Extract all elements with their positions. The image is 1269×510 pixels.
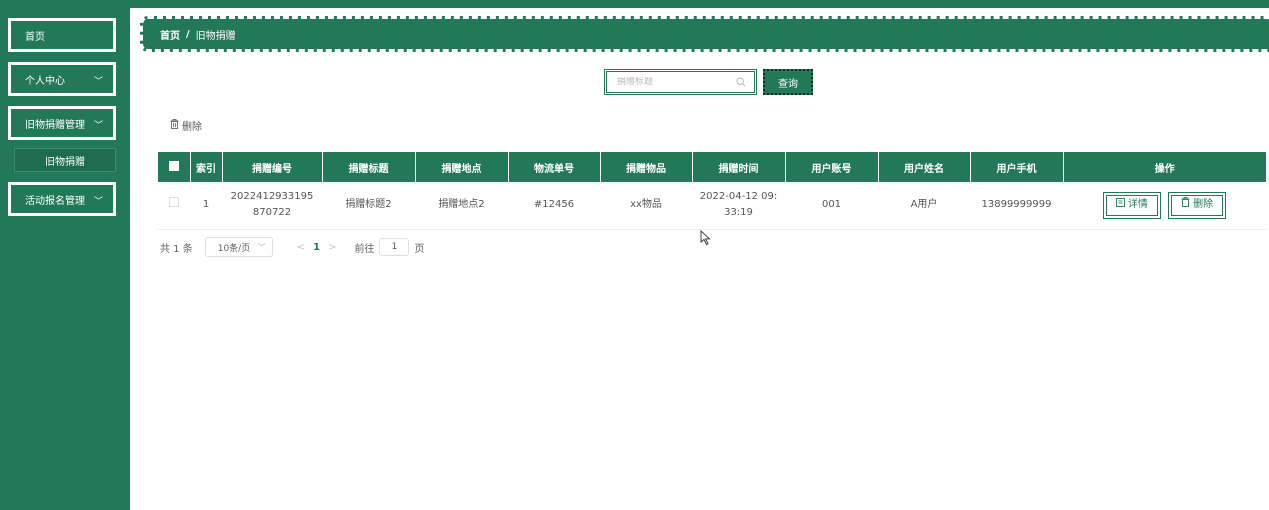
goto-page-input[interactable] (379, 238, 410, 256)
page-number[interactable]: 1 (313, 242, 320, 253)
column-header: 索引 (190, 152, 223, 182)
prev-page-button[interactable]: < (297, 242, 305, 253)
select-all-checkbox[interactable] (158, 152, 191, 182)
cell-phone: 13899999999 (970, 182, 1063, 230)
cell-account: 001 (785, 182, 878, 230)
column-header: 用户账号 (785, 152, 879, 182)
table-header-row: 索引 捐赠编号 捐赠标题 捐赠地点 物流单号 捐赠物品 捐赠时间 用户账号 用户… (158, 152, 1266, 182)
chevron-down-icon: ﹀ (257, 242, 266, 252)
top-bar (0, 0, 1269, 8)
cell-location: 捐赠地点2 (415, 182, 508, 230)
cell-index: 1 (190, 182, 222, 230)
page-size-value: 10条/页 (217, 243, 251, 254)
sidebar-subitem-label: 旧物捐赠 (45, 156, 85, 168)
next-page-button[interactable]: > (328, 242, 336, 253)
sidebar-item-label: 个人中心 (25, 75, 65, 87)
cell-name: A用户 (878, 182, 970, 230)
cell-actions: 详情 删除 (1063, 182, 1266, 230)
goto-suffix: 页 (414, 243, 425, 255)
chevron-down-icon: ﹀ (93, 197, 103, 207)
chevron-down-icon: ﹀ (93, 77, 103, 87)
trash-icon (170, 119, 182, 132)
column-header: 捐赠时间 (692, 152, 786, 182)
row-checkbox[interactable] (158, 182, 190, 230)
batch-delete-button[interactable]: 删除 (170, 118, 202, 133)
goto-prefix: 前往 (354, 243, 375, 255)
cell-title: 捐赠标题2 (322, 182, 415, 230)
column-header: 操作 (1063, 152, 1266, 182)
batch-delete-label: 删除 (182, 122, 202, 133)
breadcrumb-current: 旧物捐赠 (195, 30, 236, 42)
column-header: 捐赠编号 (222, 152, 323, 182)
sidebar-item-label: 旧物捐赠管理 (25, 119, 85, 131)
search-icon (736, 77, 746, 90)
column-header: 用户手机 (970, 152, 1064, 182)
breadcrumb-home[interactable]: 首页 (160, 27, 180, 42)
column-header: 捐赠标题 (322, 152, 416, 182)
detail-button-label: 详情 (1127, 199, 1148, 211)
sidebar: 首页 个人中心 ﹀ 旧物捐赠管理 ﹀ 旧物捐赠 活动报名管理 ﹀ (0, 8, 130, 510)
sidebar-item-label: 首页 (25, 31, 45, 43)
sidebar-item-label: 活动报名管理 (25, 195, 85, 207)
query-button[interactable]: 查询 (763, 69, 813, 95)
delete-button[interactable]: 删除 (1168, 191, 1227, 219)
sidebar-item-donation-management[interactable]: 旧物捐赠管理 ﹀ (8, 106, 116, 140)
sidebar-subitem-donation[interactable]: 旧物捐赠 (14, 148, 116, 172)
sidebar-item-home[interactable]: 首页 (8, 18, 116, 52)
query-button-label: 查询 (778, 78, 798, 90)
pagination: 共 1 条 10条/页 ﹀ < 1 > 前往 页 (160, 237, 424, 257)
page-size-select[interactable]: 10条/页 ﹀ (204, 237, 273, 257)
cell-code: 2022412933195870722 (222, 182, 322, 230)
cell-item: xx物品 (600, 182, 692, 230)
breadcrumb: 首页 / 旧物捐赠 (140, 16, 1269, 52)
column-header: 捐赠地点 (415, 152, 509, 182)
column-header: 用户姓名 (878, 152, 971, 182)
sidebar-item-personal-center[interactable]: 个人中心 ﹀ (8, 62, 116, 96)
pagination-total: 共 1 条 (160, 243, 193, 255)
chevron-down-icon: ﹀ (93, 121, 103, 131)
detail-button[interactable]: 详情 (1102, 191, 1161, 219)
cell-time: 2022-04-12 09:33:19 (692, 182, 785, 230)
detail-icon (1115, 197, 1128, 213)
column-header: 物流单号 (508, 152, 601, 182)
search-box (604, 69, 757, 95)
search-input[interactable] (617, 77, 732, 87)
breadcrumb-separator: / (186, 28, 190, 40)
sidebar-item-activity-management[interactable]: 活动报名管理 ﹀ (8, 182, 116, 216)
donation-table: 索引 捐赠编号 捐赠标题 捐赠地点 物流单号 捐赠物品 捐赠时间 用户账号 用户… (158, 152, 1266, 230)
cell-tracking: #12456 (508, 182, 600, 230)
column-header: 捐赠物品 (600, 152, 693, 182)
mouse-cursor-icon (700, 229, 711, 249)
delete-button-label: 删除 (1193, 199, 1214, 211)
trash-icon (1181, 197, 1193, 213)
table-row: 1 2022412933195870722 捐赠标题2 捐赠地点2 #12456… (158, 182, 1266, 230)
